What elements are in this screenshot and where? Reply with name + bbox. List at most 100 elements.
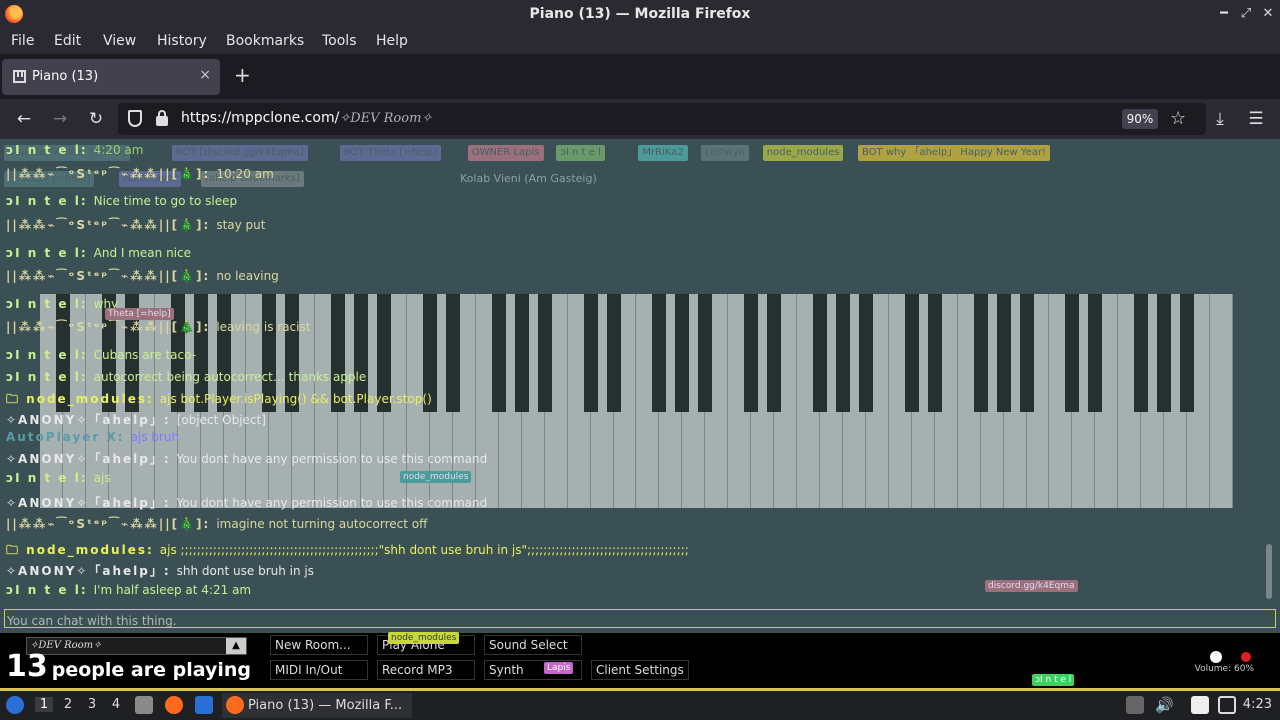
firefox-launcher-icon[interactable]: [165, 696, 183, 714]
close-icon[interactable]: ✕: [1258, 4, 1278, 24]
tab-close-icon[interactable]: ×: [199, 67, 211, 83]
chat-message: ||⁂⁂⌁⁀ᵒSᵗᵉᵖ⁀⌁⁂⁂||[🎄]: leaving is racist: [6, 320, 310, 334]
chat-message: 🗀 node_modules: ajs ;;;;;;;;;;;;;;;;;;;;;…: [6, 541, 689, 562]
chat-author: ||⁂⁂⌁⁀ᵒSᵗᵉᵖ⁀⌁⁂⁂||[🎄]:: [6, 218, 211, 232]
menu-help[interactable]: Help: [376, 33, 408, 49]
intel-cursor-tag: ɔI n t e l: [1032, 674, 1075, 686]
terminal-icon[interactable]: [195, 696, 213, 714]
chat-text: [object Object]: [176, 413, 266, 427]
start-menu-icon[interactable]: [6, 696, 24, 714]
chat-message: ɔI n t e l: Nice time to go to sleep: [6, 194, 237, 208]
sound-select-button[interactable]: Sound Select: [484, 635, 582, 655]
chat-message: ɔI n t e l: autocorrect being autocorrect…: [6, 370, 366, 384]
workspace-1[interactable]: 1: [35, 697, 53, 712]
tab-strip: Piano (13) × +: [0, 54, 1280, 99]
workspace-3[interactable]: 3: [83, 697, 101, 712]
firefox-icon: [226, 696, 244, 714]
chat-author: 🗀 node_modules:: [6, 543, 154, 557]
file-manager-icon[interactable]: [135, 696, 153, 714]
forward-arrow-icon[interactable]: →: [48, 107, 72, 131]
reload-icon[interactable]: ↻: [84, 107, 108, 131]
maximize-icon[interactable]: ⤢: [1236, 4, 1256, 24]
notes-icon[interactable]: [1191, 696, 1209, 714]
tab-title: Piano (13): [32, 69, 99, 84]
bookmark-star-icon[interactable]: ☆: [1170, 108, 1186, 129]
hamburger-menu-icon[interactable]: ☰: [1244, 107, 1268, 131]
tracking-shield-icon[interactable]: [128, 110, 142, 127]
download-icon[interactable]: ⤓: [1208, 107, 1232, 131]
chat-message: ɔI n t e l: Cubans are taco-: [6, 348, 196, 362]
chat-message: ✧ANONY✧「ahelp」: [object Object]: [6, 411, 266, 428]
chat-author: ||⁂⁂⌁⁀ᵒSᵗᵉᵖ⁀⌁⁂⁂||[🎄]:: [6, 517, 211, 531]
back-arrow-icon[interactable]: ←: [12, 107, 36, 131]
client-settings-button[interactable]: Client Settings: [591, 660, 689, 680]
chat-text: Cubans are taco-: [93, 348, 197, 362]
user-cursor-label: discord.gg/k4Eqma: [985, 580, 1078, 592]
workspace-2[interactable]: 2: [59, 697, 77, 712]
display-icon[interactable]: [1218, 696, 1236, 714]
url-text[interactable]: https://mppclone.com/✧DEV Room✧: [181, 110, 432, 126]
zoom-level[interactable]: 90%: [1122, 109, 1158, 129]
chat-author: ɔI n t e l:: [6, 583, 88, 597]
new-room-button[interactable]: New Room...: [270, 635, 368, 655]
chat-input-box[interactable]: [4, 609, 1276, 630]
chat-message: ✧ANONY✧「ahelp」: You dont have any permiss…: [6, 494, 487, 511]
chat-text: I'm half asleep at 4:21 am: [93, 583, 252, 597]
menu-tools[interactable]: Tools: [322, 33, 357, 49]
chat-input[interactable]: [5, 612, 1275, 630]
menu-history[interactable]: History: [157, 33, 207, 49]
menu-edit[interactable]: Edit: [54, 33, 81, 49]
window-title: Piano (13) — Mozilla Firefox: [529, 6, 751, 22]
window-titlebar: Piano (13) — Mozilla Firefox ━ ⤢ ✕: [0, 0, 1280, 29]
user-cursor-label: Theta [=help]: [105, 308, 174, 320]
chat-text: imagine not turning autocorrect off: [216, 517, 428, 531]
chat-author: ✧ANONY✧「ahelp」:: [6, 496, 171, 510]
chat-text: no leaving: [216, 269, 279, 283]
chat-message: 🗀 node_modules: ajs bot.Player.isPlaying(…: [6, 390, 432, 411]
lock-icon[interactable]: [156, 110, 168, 126]
chat-text: And I mean nice: [93, 246, 191, 260]
chat-scrollbar[interactable]: [1266, 544, 1272, 599]
chat-author: 🗀 node_modules:: [6, 392, 154, 406]
user-cursor-label: node_modules: [400, 471, 472, 483]
chat-author: ɔI n t e l:: [6, 297, 88, 311]
new-tab-button[interactable]: +: [234, 65, 251, 85]
chat-text: stay put: [216, 218, 266, 232]
chat-text: ajs bruh: [130, 430, 180, 444]
workspace-4[interactable]: 4: [107, 697, 125, 712]
chat-text: 10:20 am: [216, 167, 274, 181]
tab-piano[interactable]: Piano (13) ×: [2, 59, 220, 95]
chat-author: ɔI n t e l:: [6, 370, 88, 384]
chat-text: leaving is racist: [216, 320, 311, 334]
chat-message: ɔI n t e l: ajs: [6, 471, 111, 485]
midi-button[interactable]: MIDI In/Out: [270, 660, 368, 680]
chat-message: ||⁂⁂⌁⁀ᵒSᵗᵉᵖ⁀⌁⁂⁂||[🎄]: imagine not turning…: [6, 517, 427, 531]
chat-author: AutoPlayer X:: [6, 430, 125, 444]
clock: 4:23: [1242, 697, 1272, 712]
chat-text: Nice time to go to sleep: [93, 194, 238, 208]
record-mp3-button[interactable]: Record MP3: [377, 660, 475, 680]
url-bar[interactable]: https://mppclone.com/✧DEV Room✧ 90% ☆: [118, 103, 1206, 135]
chat-message: ɔI n t e l: And I mean nice: [6, 246, 191, 260]
volume-knob[interactable]: [1210, 651, 1222, 663]
chat-message: ✧ANONY✧「ahelp」: shh dont use bruh in js: [6, 562, 314, 579]
chat-author: ✧ANONY✧「ahelp」:: [6, 413, 171, 427]
piano-favicon-icon: [13, 70, 26, 83]
menu-bookmarks[interactable]: Bookmarks: [226, 33, 304, 49]
chat-text: autocorrect being autocorrect… thanks ap…: [93, 370, 367, 384]
speaker-icon[interactable]: 🔊: [1155, 696, 1174, 714]
chat-message: ||⁂⁂⌁⁀ᵒSᵗᵉᵖ⁀⌁⁂⁂||[🎄]: no leaving: [6, 269, 279, 283]
lapis-cursor-tag: Lapis: [544, 662, 574, 674]
chat-text: ajs bot.Player.isPlaying() && bot.Player…: [159, 392, 432, 406]
minimize-icon[interactable]: ━: [1214, 4, 1234, 24]
chat-author: ||⁂⁂⌁⁀ᵒSᵗᵉᵖ⁀⌁⁂⁂||[🎄]:: [6, 320, 211, 334]
chat-author: ɔI n t e l:: [6, 246, 88, 260]
menu-file[interactable]: File: [11, 33, 34, 49]
record-indicator: [1241, 652, 1251, 662]
chat-author: ɔI n t e l:: [6, 143, 88, 157]
chat-text: 4:20 am: [93, 143, 144, 157]
clipboard-icon[interactable]: [1126, 696, 1144, 714]
menu-view[interactable]: View: [103, 33, 136, 49]
chat-message: ✧ANONY✧「ahelp」: You dont have any permiss…: [6, 450, 487, 467]
taskbar-firefox-window[interactable]: Piano (13) — Mozilla F...: [222, 693, 412, 718]
